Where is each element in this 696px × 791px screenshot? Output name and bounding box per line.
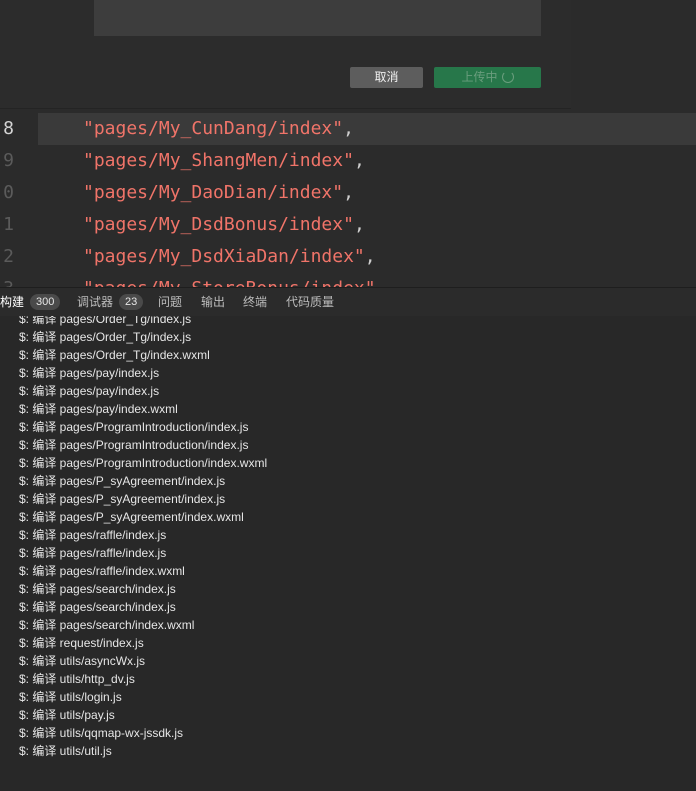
comma-punctuation: , xyxy=(343,182,354,203)
code-line[interactable]: 2 "pages/My_DsdXiaDan/index", xyxy=(0,241,696,273)
tab-count-badge: 300 xyxy=(30,294,61,310)
line-number: 0 xyxy=(3,182,14,203)
string-literal: "pages/My_CunDang/index" xyxy=(83,118,344,139)
dialog-text-area[interactable] xyxy=(94,0,541,36)
log-line: $: 编译 pages/P_syAgreement/index.js xyxy=(19,474,226,488)
upload-button-label: 上传中 xyxy=(461,70,498,84)
log-line: $: 编译 utils/http_dv.js xyxy=(19,672,135,686)
line-number: 2 xyxy=(3,246,14,267)
string-literal: "pages/My_DaoDian/index" xyxy=(83,182,344,203)
log-line: $: 编译 pages/raffle/index.js xyxy=(19,528,167,542)
log-line: $: 编译 pages/Order_Tg/index.js xyxy=(19,316,192,326)
tab-5[interactable]: 终端 xyxy=(243,288,267,316)
comma-punctuation: , xyxy=(353,214,365,235)
log-line: $: 编译 pages/ProgramIntroduction/index.js xyxy=(19,438,249,452)
upload-button[interactable]: 上传中 xyxy=(434,67,541,88)
tab-6[interactable]: 代码质量 xyxy=(286,288,334,316)
log-line: $: 编译 utils/asyncWx.js xyxy=(19,654,146,668)
code-text: "pages/My_DsdBonus/index", xyxy=(83,209,365,241)
log-line: $: 编译 pages/pay/index.js xyxy=(19,384,160,398)
tab-label: 终端 xyxy=(243,295,268,309)
line-number: 8 xyxy=(3,118,14,139)
comma-punctuation: , xyxy=(343,118,354,139)
string-literal: "pages/My_ShangMen/index" xyxy=(83,150,354,171)
log-line: $: 编译 pages/Order_Tg/index.js xyxy=(19,330,192,344)
code-line[interactable]: 1 "pages/My_DsdBonus/index", xyxy=(0,209,696,241)
log-line: $: 编译 utils/pay.js xyxy=(19,708,115,722)
code-text: "pages/My_StoreBonus/index", xyxy=(83,273,386,287)
code-text: "pages/My_DaoDian/index", xyxy=(83,177,354,209)
loading-spinner-icon xyxy=(501,71,514,83)
code-line[interactable]: 0 "pages/My_DaoDian/index", xyxy=(0,177,696,209)
code-line[interactable]: 3 "pages/My_StoreBonus/index", xyxy=(0,273,696,287)
log-line: $: 编译 pages/pay/index.wxml xyxy=(19,402,178,416)
log-line: $: 编译 utils/util.js xyxy=(19,744,112,758)
line-number: 9 xyxy=(3,150,14,171)
tab-2[interactable]: 调试器 23 xyxy=(77,288,144,316)
string-literal: "pages/My_DsdBonus/index" xyxy=(83,214,354,235)
log-line: $: 编译 pages/search/index.js xyxy=(19,582,176,596)
code-line[interactable]: 8 "pages/My_CunDang/index", xyxy=(0,113,696,145)
comma-punctuation: , xyxy=(376,278,387,287)
log-line: $: 编译 pages/P_syAgreement/index.js xyxy=(19,492,226,506)
line-number: 1 xyxy=(3,214,14,235)
cancel-button[interactable]: 取消 xyxy=(350,67,423,88)
tab-4[interactable]: 输出 xyxy=(201,288,225,316)
tab-label: 问题 xyxy=(158,295,183,309)
code-text: "pages/My_ShangMen/index", xyxy=(83,145,365,177)
code-line[interactable]: 9 "pages/My_ShangMen/index", xyxy=(0,145,696,177)
string-literal: "pages/My_DsdXiaDan/index" xyxy=(83,246,365,267)
log-line: $: 编译 pages/Order_Tg/index.wxml xyxy=(19,348,210,362)
log-line: $: 编译 pages/raffle/index.js xyxy=(19,546,167,560)
log-line: $: 编译 utils/login.js xyxy=(19,690,122,704)
log-line: $: 编译 utils/qqmap-wx-jssdk.js xyxy=(19,726,184,740)
upload-dialog: 取消 上传中 xyxy=(0,0,571,109)
comma-punctuation: , xyxy=(353,150,365,171)
tab-label: 输出 xyxy=(201,295,226,309)
panel-tab-bar: 构建 300 调试器 23 问题 输出 终端 代码质量 xyxy=(0,287,696,316)
code-text: "pages/My_DsdXiaDan/index", xyxy=(83,241,376,273)
code-text: "pages/My_CunDang/index", xyxy=(83,113,354,145)
log-line: $: 编译 pages/search/index.js xyxy=(19,600,176,614)
tab-3[interactable]: 问题 xyxy=(158,288,182,316)
log-line: $: 编译 pages/ProgramIntroduction/index.wx… xyxy=(19,456,268,470)
tab-label: 调试器 xyxy=(77,295,114,309)
tab-count-badge: 23 xyxy=(119,294,144,310)
log-line: $: 编译 pages/ProgramIntroduction/index.js xyxy=(19,420,249,434)
log-line: $: 编译 pages/raffle/index.wxml xyxy=(19,564,185,578)
tab-label: 代码质量 xyxy=(286,295,335,309)
build-log[interactable]: $: 编译 pages/Order_Tg/index.js $: 编译 pages… xyxy=(0,316,696,791)
log-line: $: 编译 pages/pay/index.js xyxy=(19,366,160,380)
comma-punctuation: , xyxy=(364,246,376,267)
tab-label: 构建 xyxy=(0,295,25,309)
log-line: $: 编译 pages/search/index.wxml xyxy=(19,618,195,632)
log-line: $: 编译 request/index.js xyxy=(19,636,144,650)
line-number: 3 xyxy=(0,273,14,287)
string-literal: "pages/My_StoreBonus/index" xyxy=(83,278,376,287)
log-line: $: 编译 pages/P_syAgreement/index.wxml xyxy=(19,510,244,524)
tab-1[interactable]: 构建 300 xyxy=(0,288,61,316)
